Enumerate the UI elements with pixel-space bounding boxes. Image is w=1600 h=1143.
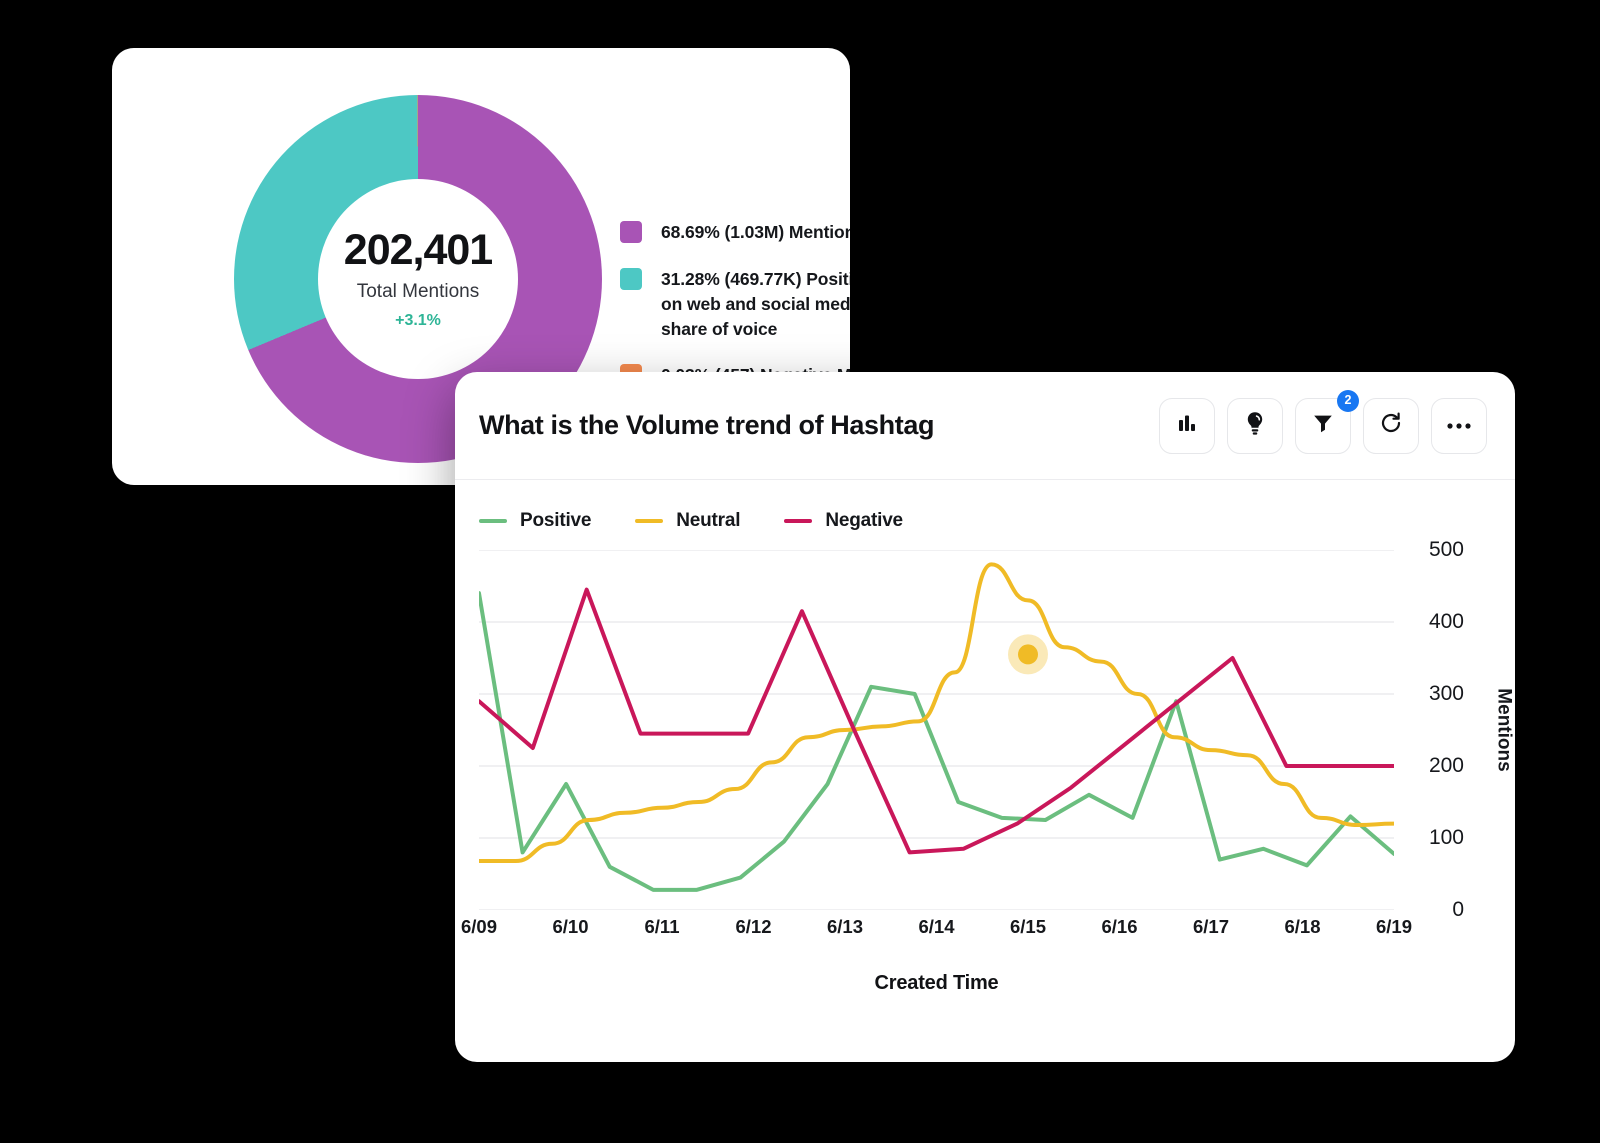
- x-tick-label: 6/12: [735, 916, 772, 937]
- series-legend-swatch: [784, 519, 813, 523]
- total-mentions-label: Total Mentions: [356, 280, 480, 302]
- x-tick-label: 6/14: [918, 916, 955, 937]
- screenshot-stage: 202,401 Total Mentions +3.1% 68.69% (1.0…: [0, 0, 1600, 1143]
- y-axis-title: Mentions: [1493, 688, 1515, 772]
- line-chart-plot: [479, 550, 1394, 910]
- x-tick-label: 6/19: [1375, 916, 1413, 937]
- x-tick-label: 6/15: [1009, 916, 1047, 937]
- bar-chart-icon: [1175, 411, 1199, 440]
- filter-button[interactable]: 2: [1295, 389, 1359, 454]
- refresh-button[interactable]: [1363, 397, 1419, 454]
- x-axis: 6/09 6/10 6/11 6/12 6/13 6/14 6/15 6/16 6/17 6/18…: [461, 916, 1412, 956]
- x-tick-label: 6/11: [644, 916, 680, 937]
- x-tick-label: 6/10: [552, 916, 589, 937]
- x-axis-title: Created Time: [874, 972, 999, 994]
- y-tick-label: 100: [1428, 826, 1464, 849]
- x-tick-label: 6/09: [460, 916, 498, 937]
- filter-badge: 2: [1337, 389, 1359, 412]
- x-tick-label: 6/18: [1284, 916, 1321, 937]
- donut-legend: 68.69% (1.03M) Mentions 31.28% (469.77K) …: [620, 220, 850, 388]
- series-line-positive: [479, 591, 1394, 892]
- lightbulb-icon: [1243, 410, 1267, 441]
- series-legend-label: Neutral: [676, 510, 741, 531]
- donut-center: 202,401 Total Mentions +3.1%: [318, 179, 518, 379]
- y-tick-label: 0: [1452, 898, 1464, 921]
- y-axis: 0 100 200 300 400 500: [1400, 538, 1470, 921]
- page-title: What is the Volume trend of Hashtag: [479, 410, 935, 440]
- donut-legend-swatch: [620, 221, 642, 243]
- insights-button[interactable]: [1227, 397, 1283, 454]
- series-legend-item[interactable]: Neutral: [635, 510, 741, 532]
- y-tick-label: 500: [1428, 538, 1464, 561]
- refresh-icon: [1379, 411, 1403, 440]
- series-legend: Positive Neutral Negative: [455, 480, 1515, 532]
- series-legend-swatch: [635, 519, 664, 523]
- x-tick-label: 6/16: [1101, 916, 1138, 937]
- highlight-point[interactable]: [1018, 644, 1038, 665]
- more-options-button[interactable]: [1431, 397, 1487, 454]
- y-tick-label: 200: [1428, 754, 1464, 777]
- donut-legend-swatch: [620, 267, 642, 290]
- donut-legend-label: 31.28% (469.77K) Positive Mentions on we…: [661, 268, 850, 339]
- series-line-neutral: [479, 562, 1394, 864]
- chart-body: 0 100 200 300 400 500 Mentions 6/09 6/10 6/11 6/…: [455, 538, 1515, 1005]
- header-actions: 2: [1159, 389, 1487, 454]
- series-legend-swatch: [479, 519, 507, 523]
- filter-icon: [1311, 411, 1335, 440]
- x-tick-label: 6/17: [1192, 916, 1230, 937]
- x-tick-label: 6/13: [826, 916, 864, 937]
- total-mentions-value: 202,401: [343, 225, 493, 274]
- donut-legend-item: 68.69% (1.03M) Mentions: [620, 220, 850, 245]
- donut-legend-item: 31.28% (469.77K) Positive Mentions on we…: [620, 267, 850, 342]
- series-legend-item[interactable]: Negative: [784, 510, 903, 532]
- total-mentions-delta: +3.1%: [395, 311, 441, 329]
- series-legend-item[interactable]: Positive: [479, 510, 591, 532]
- bar-chart-button[interactable]: [1159, 397, 1215, 454]
- volume-trend-card: What is the Volume trend of Hashtag 2 Po…: [455, 372, 1515, 1062]
- more-options-icon: [1446, 417, 1472, 435]
- series-legend-label: Positive: [520, 510, 592, 531]
- y-tick-label: 400: [1428, 610, 1464, 633]
- y-tick-label: 300: [1428, 682, 1464, 705]
- series-legend-label: Negative: [825, 510, 903, 531]
- donut-legend-label: 68.69% (1.03M) Mentions: [661, 222, 850, 242]
- card-header: What is the Volume trend of Hashtag 2: [455, 372, 1515, 480]
